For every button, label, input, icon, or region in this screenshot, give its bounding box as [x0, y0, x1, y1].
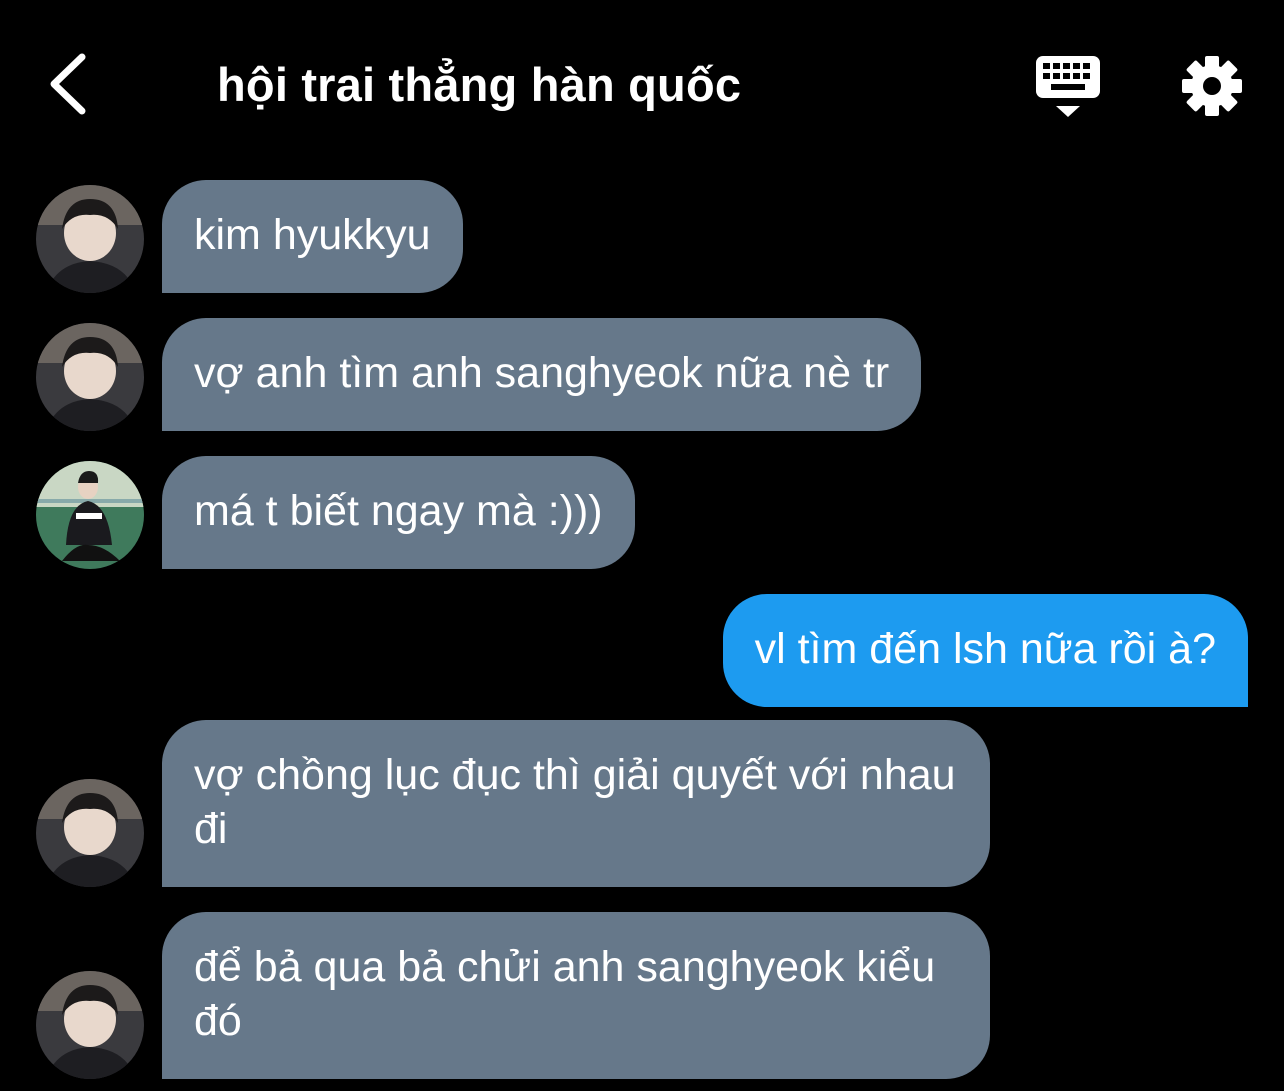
- message-bubble-outgoing[interactable]: vl tìm đến lsh nữa rồi à?: [722, 594, 1248, 707]
- message-bubble-incoming[interactable]: vợ chồng lục đục thì giải quyết với nhau…: [162, 720, 990, 887]
- avatar[interactable]: [36, 971, 144, 1079]
- message-bubble-incoming[interactable]: vợ anh tìm anh sanghyeok nữa nè tr: [162, 318, 922, 431]
- chat-title: hội trai thẳng hàn quốc: [217, 58, 742, 111]
- user-avatar-a-icon: [36, 971, 144, 1079]
- avatar[interactable]: [36, 185, 144, 293]
- chat-header: hội trai thẳng hàn quốc: [0, 0, 1284, 170]
- user-avatar-a-icon: [36, 185, 144, 293]
- settings-button[interactable]: [1176, 50, 1248, 122]
- user-avatar-b-icon: [36, 461, 144, 569]
- message-bubble-incoming[interactable]: để bả qua bả chửi anh sanghyeok kiểu đó: [162, 912, 990, 1079]
- gear-icon: [1182, 56, 1242, 116]
- user-avatar-a-icon: [36, 779, 144, 887]
- avatar[interactable]: [36, 779, 144, 887]
- avatar[interactable]: [36, 461, 144, 569]
- chevron-left-icon: [50, 53, 86, 115]
- keyboard-button[interactable]: [1030, 50, 1106, 122]
- back-button[interactable]: [36, 48, 100, 120]
- message-bubble-incoming[interactable]: kim hyukkyu: [162, 180, 463, 293]
- keyboard-icon: [1036, 56, 1100, 117]
- message-bubble-incoming[interactable]: má t biết ngay mà :))): [162, 456, 635, 569]
- user-avatar-a-icon: [36, 323, 144, 431]
- avatar[interactable]: [36, 323, 144, 431]
